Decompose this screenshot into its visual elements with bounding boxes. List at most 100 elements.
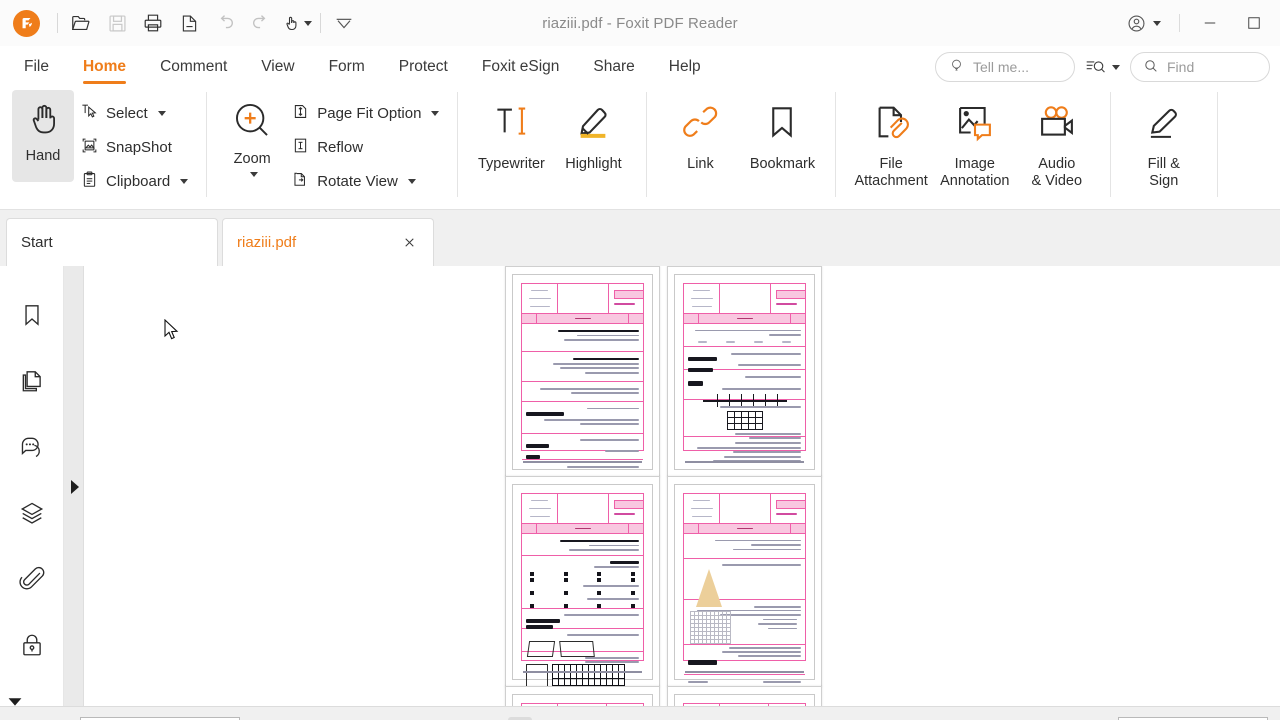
menu-form[interactable]: Form	[329, 46, 365, 88]
hand-tool-button[interactable]: Hand	[12, 90, 74, 182]
expand-pane-button[interactable]	[70, 479, 80, 500]
first-page-button[interactable]	[12, 717, 36, 720]
blocks-figure	[526, 663, 548, 686]
pane-splitter[interactable]	[64, 266, 84, 720]
tab-close-button[interactable]	[399, 233, 419, 253]
last-page-button[interactable]	[284, 717, 308, 720]
nav-page-thumbnails-button[interactable]	[9, 358, 55, 404]
select-label: Select	[106, 104, 148, 122]
audio-video-button[interactable]: Audio & Video	[1016, 90, 1098, 198]
page-number-input[interactable]	[80, 716, 240, 720]
exam-header	[684, 284, 805, 314]
customize-quick-access-button[interactable]	[326, 6, 362, 40]
snapshot-icon	[80, 136, 99, 159]
mouse-cursor	[164, 318, 179, 346]
minimize-button[interactable]	[1188, 1, 1232, 45]
question-row	[522, 324, 643, 353]
reflow-label: Reflow	[317, 138, 364, 156]
pages-container	[502, 266, 862, 720]
facing-view-button[interactable]	[474, 717, 498, 720]
snapshot-label: SnapShot	[106, 138, 172, 156]
single-page-view-button[interactable]	[406, 717, 430, 720]
print-button[interactable]	[135, 6, 171, 40]
nav-comments-button[interactable]	[9, 424, 55, 470]
clipboard-label: Clipboard	[106, 172, 171, 190]
continuous-view-button[interactable]	[440, 717, 464, 720]
question-row	[684, 370, 805, 408]
tell-me-search[interactable]: Tell me...	[935, 52, 1075, 82]
title-bar: riaziii.pdf - Foxit PDF Reader	[0, 0, 1280, 46]
tab-start[interactable]: Start	[6, 218, 218, 266]
continuous-facing-view-button[interactable]	[508, 716, 532, 720]
hand-tool-quick-button[interactable]	[279, 6, 315, 40]
advanced-search-button[interactable]	[1085, 57, 1120, 77]
file-attachment-button[interactable]: File Attachment	[848, 90, 933, 198]
redo-button[interactable]	[243, 6, 279, 40]
menu-share[interactable]: Share	[593, 46, 634, 88]
ribbon-group-insert: File Attachment Image Annotation Audio & Vi…	[842, 88, 1103, 200]
highlight-button[interactable]: Highlight	[552, 90, 634, 198]
menu-file[interactable]: File	[24, 46, 49, 88]
page-thumbnail-2[interactable]	[667, 266, 822, 477]
highlight-label: Highlight	[565, 156, 622, 172]
nav-layers-button[interactable]	[9, 490, 55, 536]
image-annotation-button[interactable]: Image Annotation	[934, 90, 1016, 198]
ribbon-group-view: Zoom Page Fit Option Reflow Rotate View	[213, 88, 451, 200]
fill-sign-label-2: Sign	[1149, 173, 1179, 189]
ribbon-toolbar: Hand Select SnapShot Clipboard Zoom Page…	[0, 88, 1280, 210]
page-thumbnail-3[interactable]	[505, 476, 660, 687]
page-thumbnail-1[interactable]	[505, 266, 660, 477]
menu-comment[interactable]: Comment	[160, 46, 227, 88]
rotate-view-icon	[291, 170, 310, 193]
app-logo[interactable]	[0, 9, 52, 37]
fit-width-button[interactable]	[352, 717, 376, 720]
link-button[interactable]: Link	[659, 90, 741, 198]
menu-help[interactable]: Help	[669, 46, 701, 88]
save-button[interactable]	[99, 6, 135, 40]
maximize-button[interactable]	[1232, 1, 1276, 45]
menu-protect[interactable]: Protect	[399, 46, 448, 88]
bookmark-button[interactable]: Bookmark	[741, 90, 823, 198]
zoom-button[interactable]: Zoom	[219, 90, 285, 177]
data-table-figure	[726, 410, 763, 430]
account-button[interactable]	[1116, 13, 1171, 34]
menu-foxit-esign[interactable]: Foxit eSign	[482, 46, 560, 88]
typewriter-button[interactable]: Typewriter	[470, 90, 552, 198]
open-file-button[interactable]	[63, 6, 99, 40]
zoom-slider[interactable]	[1118, 716, 1268, 720]
fit-page-button[interactable]	[318, 717, 342, 720]
undo-button[interactable]	[207, 6, 243, 40]
logo-box	[614, 500, 643, 510]
select-tool-button[interactable]: Select	[74, 96, 194, 130]
page-sheet	[512, 484, 653, 686]
nav-attachments-button[interactable]	[9, 556, 55, 602]
page-sheet	[674, 484, 815, 683]
document-viewer[interactable]	[84, 266, 1280, 720]
find-input[interactable]: Find	[1130, 52, 1270, 82]
chevron-down-icon	[304, 20, 312, 26]
clipboard-button[interactable]: Clipboard	[74, 164, 194, 198]
previous-page-button[interactable]	[46, 717, 70, 720]
ribbon-divider-1	[206, 92, 208, 197]
menu-home[interactable]: Home	[82, 46, 127, 88]
zoom-in-icon	[230, 98, 274, 147]
page-fit-option-button[interactable]: Page Fit Option	[285, 96, 445, 130]
reflow-button[interactable]: Reflow	[285, 130, 445, 164]
ribbon-view-stack: Page Fit Option Reflow Rotate View	[285, 90, 445, 198]
menu-view[interactable]: View	[261, 46, 294, 88]
nav-security-button[interactable]	[9, 622, 55, 668]
page-thumbnail-4[interactable]	[667, 476, 822, 687]
question-row	[522, 382, 643, 402]
file-attachment-icon	[870, 102, 912, 147]
next-page-button[interactable]	[250, 717, 274, 720]
email-document-button[interactable]	[171, 6, 207, 40]
page-sheet	[674, 274, 815, 470]
hand-tool-label: Hand	[25, 148, 61, 164]
snapshot-button[interactable]: SnapShot	[74, 130, 194, 164]
rotate-view-button[interactable]: Rotate View	[285, 164, 445, 198]
exam-table	[683, 493, 806, 683]
nav-bookmarks-button[interactable]	[9, 292, 55, 338]
fill-and-sign-button[interactable]: Fill & Sign	[1123, 90, 1205, 198]
ribbon-group-sign: Fill & Sign	[1117, 88, 1211, 200]
tab-riaziii-pdf[interactable]: riaziii.pdf	[222, 218, 434, 266]
